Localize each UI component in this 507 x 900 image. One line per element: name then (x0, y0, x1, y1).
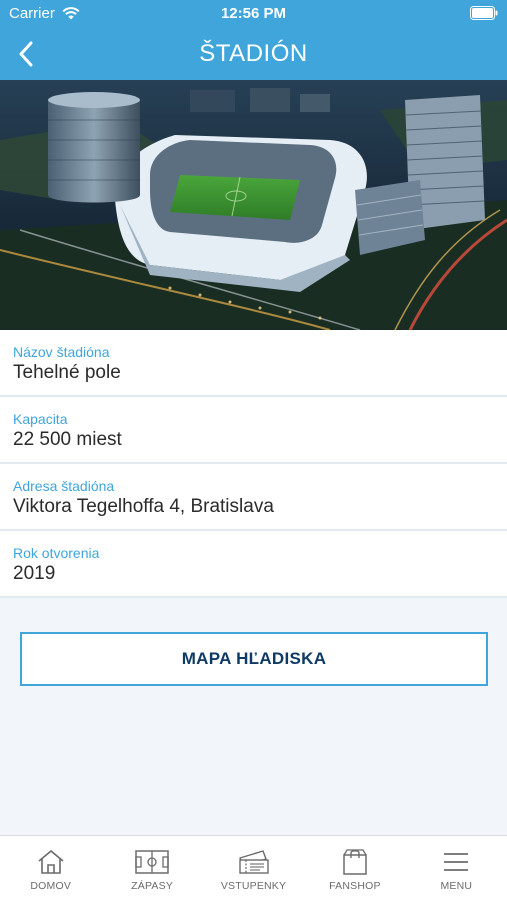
battery-icon (470, 6, 498, 20)
back-button[interactable] (8, 36, 44, 72)
tab-bar: DOMOV ZÁPASY VSTUPENKY FANSHOP MENU (0, 835, 507, 900)
stadium-info-list: Názov štadióna Tehelné pole Kapacita 22 … (0, 330, 507, 598)
tab-fanshop[interactable]: FANSHOP (304, 836, 405, 900)
info-value: Tehelné pole (13, 362, 121, 383)
tickets-icon (237, 848, 271, 876)
info-row-opening-year: Rok otvorenia 2019 (0, 531, 507, 598)
tab-label: VSTUPENKY (220, 880, 287, 892)
seating-map-button[interactable]: MAPA HĽADISKA (20, 632, 488, 686)
info-label: Názov štadióna (13, 344, 110, 360)
tab-matches[interactable]: ZÁPASY (101, 836, 202, 900)
info-value: 2019 (13, 563, 56, 584)
info-row-capacity: Kapacita 22 500 miest (0, 397, 507, 464)
tab-label: DOMOV (30, 880, 72, 892)
tab-label: ZÁPASY (131, 880, 174, 892)
status-bar: Carrier 12:56 PM (0, 0, 507, 28)
tab-label: MENU (440, 880, 473, 892)
tab-label: FANSHOP (329, 880, 381, 892)
pitch-icon (135, 848, 169, 876)
info-value: 22 500 miest (13, 429, 122, 450)
status-time: 12:56 PM (220, 5, 287, 22)
info-label: Adresa štadióna (13, 478, 115, 494)
info-row-name: Názov štadióna Tehelné pole (0, 330, 507, 397)
tab-home[interactable]: DOMOV (0, 836, 101, 900)
tab-menu[interactable]: MENU (406, 836, 507, 900)
info-label: Rok otvorenia (13, 545, 100, 561)
stadium-image (0, 80, 507, 330)
app-header: Carrier 12:56 PM ŠTADIÓN (0, 0, 507, 80)
house-icon (34, 848, 68, 876)
menu-icon (439, 848, 473, 876)
info-row-address: Adresa štadióna Viktora Tegelhoffa 4, Br… (0, 464, 507, 531)
bag-icon (338, 848, 372, 876)
info-value: Viktora Tegelhoffa 4, Bratislava (13, 496, 274, 517)
page-title: ŠTADIÓN (199, 40, 308, 67)
stadium-illustration (0, 80, 507, 330)
nav-bar: ŠTADIÓN (0, 28, 507, 80)
chevron-left-icon (19, 41, 33, 67)
info-label: Kapacita (13, 411, 68, 427)
tab-tickets[interactable]: VSTUPENKY (203, 836, 304, 900)
